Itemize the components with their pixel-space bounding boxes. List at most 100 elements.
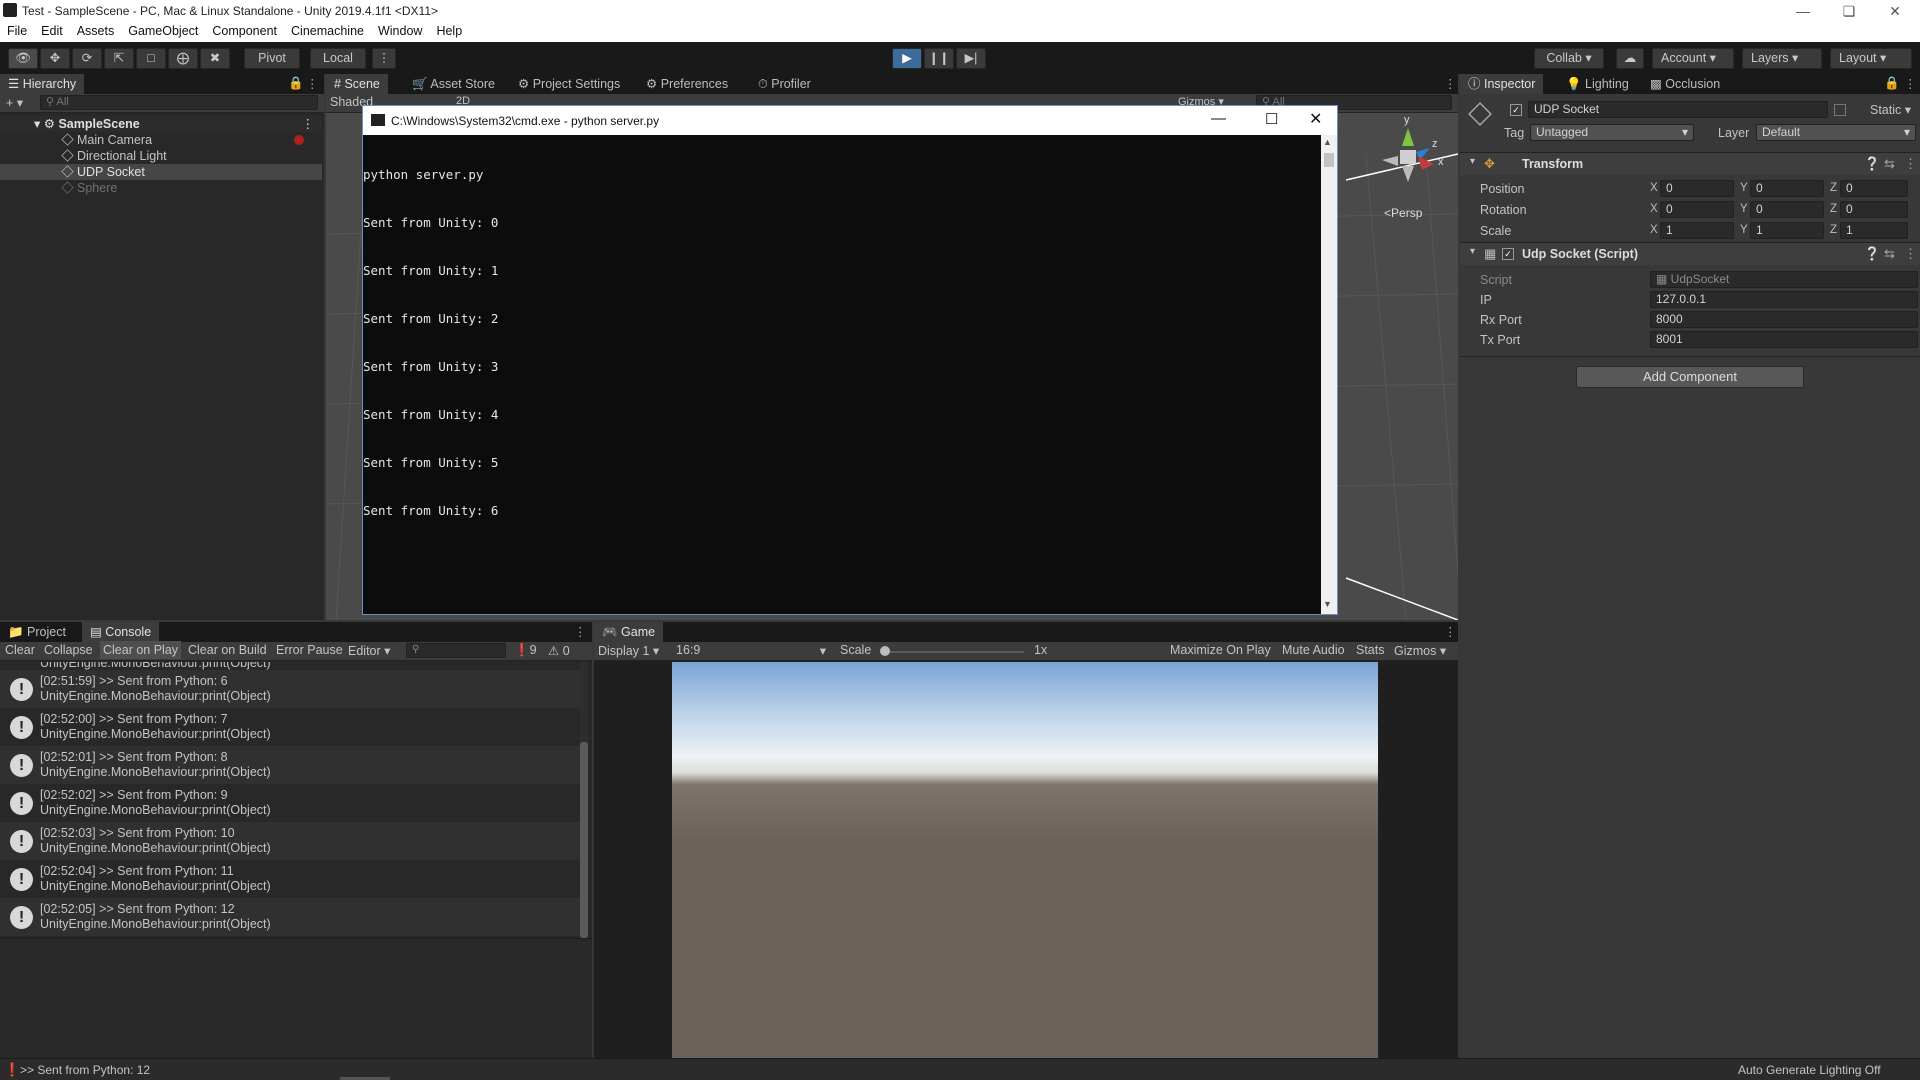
pivot-toggle[interactable]: Pivot — [244, 48, 300, 69]
lock-icon[interactable]: 🔒 — [1884, 76, 1900, 91]
stats-toggle[interactable]: Stats — [1356, 643, 1385, 657]
tab-project-settings[interactable]: ⚙ Project Settings — [510, 74, 628, 94]
display-dropdown[interactable]: Display 1 ▾ — [598, 643, 659, 658]
transform-z-field[interactable]: 0 — [1840, 201, 1908, 218]
clear-on-play-toggle[interactable]: Clear on Play — [100, 641, 182, 659]
transform-x-field[interactable]: 0 — [1660, 180, 1734, 197]
script-header[interactable]: ▾ ▦ ✓ Udp Socket (Script) ❔ ⇆ ⋮ — [1460, 243, 1920, 265]
help-icon[interactable]: ❔ — [1864, 156, 1880, 172]
menu-window[interactable]: Window — [371, 22, 429, 38]
foldout-icon[interactable]: ▾ — [1470, 156, 1475, 167]
maximize-icon[interactable]: ☐ — [1265, 110, 1278, 128]
menu-component[interactable]: Component — [205, 22, 284, 38]
step-button[interactable]: ▶| — [956, 48, 986, 69]
close-icon[interactable]: ✕ — [1872, 0, 1918, 22]
tab-profiler[interactable]: ⏱ Profiler — [750, 74, 819, 94]
log-entry[interactable]: ! [02:52:05] >> Sent from Python: 12 Unity… — [0, 898, 585, 936]
tab-occlusion[interactable]: ▩ Occlusion — [1642, 74, 1728, 94]
transform-x-field[interactable]: 1 — [1660, 222, 1734, 239]
clear-on-build-toggle[interactable]: Clear on Build — [188, 643, 267, 657]
mute-audio-toggle[interactable]: Mute Audio — [1282, 643, 1345, 657]
hierarchy-search-input[interactable]: ⚲ All — [40, 95, 318, 110]
transform-z-field[interactable]: 0 — [1840, 180, 1908, 197]
menu-gameobject[interactable]: GameObject — [121, 22, 205, 38]
transform-x-field[interactable]: 0 — [1660, 201, 1734, 218]
warn-filter-toggle[interactable]: ⚠ 0 — [548, 643, 570, 658]
persp-toggle[interactable]: <Persp — [1384, 206, 1422, 220]
restore-icon[interactable]: ❏ — [1826, 0, 1872, 22]
error-pause-toggle[interactable]: Error Pause — [276, 643, 343, 657]
tag-dropdown[interactable]: Untagged ▾ — [1530, 124, 1694, 141]
scene-orientation-gizmo[interactable]: y z x — [1368, 114, 1448, 196]
foldout-icon[interactable]: ▾ — [1470, 246, 1475, 257]
scale-tool-icon[interactable]: ⇱ — [104, 48, 134, 69]
cmd-scrollbar[interactable]: ▲ ▼ — [1321, 135, 1337, 614]
tab-inspector[interactable]: ⓘ Inspector — [1460, 74, 1544, 94]
log-entry[interactable]: ! [02:52:04] >> Sent from Python: 11 Unity… — [0, 860, 585, 898]
log-entry[interactable]: ! [02:51:59] >> Sent from Python: 6 UnityE… — [0, 670, 585, 708]
aspect-dropdown[interactable]: 16:9 ▾ — [676, 643, 826, 658]
maximize-on-play-toggle[interactable]: Maximize On Play — [1170, 643, 1271, 657]
hierarchy-item[interactable]: Main Camera — [0, 132, 322, 148]
account-dropdown[interactable]: Account ▾ — [1652, 48, 1734, 69]
static-checkbox[interactable] — [1834, 104, 1846, 116]
panel-menu-icon[interactable]: ⋮ — [1444, 76, 1457, 91]
collab-dropdown[interactable]: Collab ▾ — [1534, 48, 1604, 69]
log-entry[interactable]: ! [02:52:02] >> Sent from Python: 9 UnityE… — [0, 784, 585, 822]
layer-dropdown[interactable]: Default ▾ — [1756, 124, 1916, 141]
scroll-up-icon[interactable]: ▲ — [1323, 137, 1332, 147]
menu-cinemachine[interactable]: Cinemachine — [284, 22, 371, 38]
local-toggle[interactable]: Local — [310, 48, 366, 69]
tab-game[interactable]: 🎮 Game — [594, 622, 664, 642]
object-name-field[interactable]: UDP Socket — [1528, 101, 1828, 118]
gizmos-dropdown[interactable]: Gizmos ▾ — [1394, 643, 1446, 658]
scale-slider-track[interactable] — [880, 651, 1024, 653]
auto-lighting-status[interactable]: Auto Generate Lighting Off — [1738, 1063, 1881, 1077]
panel-menu-icon[interactable]: ⋮ — [1444, 624, 1457, 639]
view-tool-icon[interactable]: 👁 — [8, 48, 38, 69]
panel-menu-icon[interactable]: ⋮ — [574, 624, 587, 639]
preset-icon[interactable]: ⇆ — [1884, 246, 1895, 262]
console-scrollbar[interactable] — [580, 662, 588, 938]
tab-console[interactable]: ▤ Console — [82, 622, 160, 642]
rx-port-field[interactable]: 8000 — [1650, 311, 1918, 328]
rotate-tool-icon[interactable]: ⟳ — [72, 48, 102, 69]
scene-row[interactable]: ▾ ⚙ SampleScene ⋮ — [0, 116, 322, 132]
transform-header[interactable]: ▾ ✥ Transform ❔ ⇆ ⋮ — [1460, 153, 1920, 175]
hierarchy-item-selected[interactable]: UDP Socket — [0, 164, 322, 180]
tab-lighting[interactable]: 💡 Lighting — [1558, 74, 1637, 94]
scene-menu-icon[interactable]: ⋮ — [302, 116, 315, 132]
menu-file[interactable]: File — [0, 22, 34, 38]
active-checkbox[interactable]: ✓ — [1510, 104, 1522, 116]
panel-menu-icon[interactable]: ⋮ — [306, 76, 319, 91]
move-tool-icon[interactable]: ✥ — [40, 48, 70, 69]
scroll-thumb[interactable] — [1324, 153, 1334, 167]
add-component-button[interactable]: Add Component — [1576, 366, 1804, 388]
static-label[interactable]: Static ▾ — [1870, 102, 1911, 117]
component-menu-icon[interactable]: ⋮ — [1904, 246, 1917, 262]
pause-button[interactable]: ❙❙ — [924, 48, 954, 69]
console-search-input[interactable]: ⚲ — [406, 643, 506, 658]
log-entry[interactable]: ! [02:52:01] >> Sent from Python: 8 UnityE… — [0, 746, 585, 784]
game-view[interactable] — [672, 662, 1378, 1058]
play-button[interactable]: ▶ — [892, 48, 922, 69]
menu-edit[interactable]: Edit — [34, 22, 70, 38]
menu-assets[interactable]: Assets — [70, 22, 122, 38]
rect-tool-icon[interactable]: □ — [136, 48, 166, 69]
layout-dropdown[interactable]: Layout ▾ — [1830, 48, 1912, 69]
custom-tool-icon[interactable]: ✖ — [200, 48, 230, 69]
menu-help[interactable]: Help — [429, 22, 469, 38]
log-filter-toggle[interactable]: ❗9 — [514, 643, 537, 658]
layers-dropdown[interactable]: Layers ▾ — [1742, 48, 1822, 69]
cloud-icon[interactable]: ☁ — [1616, 48, 1644, 69]
transform-y-field[interactable]: 1 — [1750, 222, 1824, 239]
help-icon[interactable]: ❔ — [1864, 246, 1880, 262]
ip-field[interactable]: 127.0.0.1 — [1650, 291, 1918, 308]
scale-slider-thumb[interactable] — [880, 646, 890, 656]
component-menu-icon[interactable]: ⋮ — [1904, 156, 1917, 172]
cmd-window[interactable]: C:\Windows\System32\cmd.exe - python ser… — [362, 105, 1338, 615]
transform-y-field[interactable]: 0 — [1750, 180, 1824, 197]
hierarchy-item-inactive[interactable]: Sphere — [0, 180, 322, 196]
status-message[interactable]: >> Sent from Python: 12 — [20, 1063, 150, 1077]
create-button[interactable]: + ▾ — [6, 95, 23, 110]
